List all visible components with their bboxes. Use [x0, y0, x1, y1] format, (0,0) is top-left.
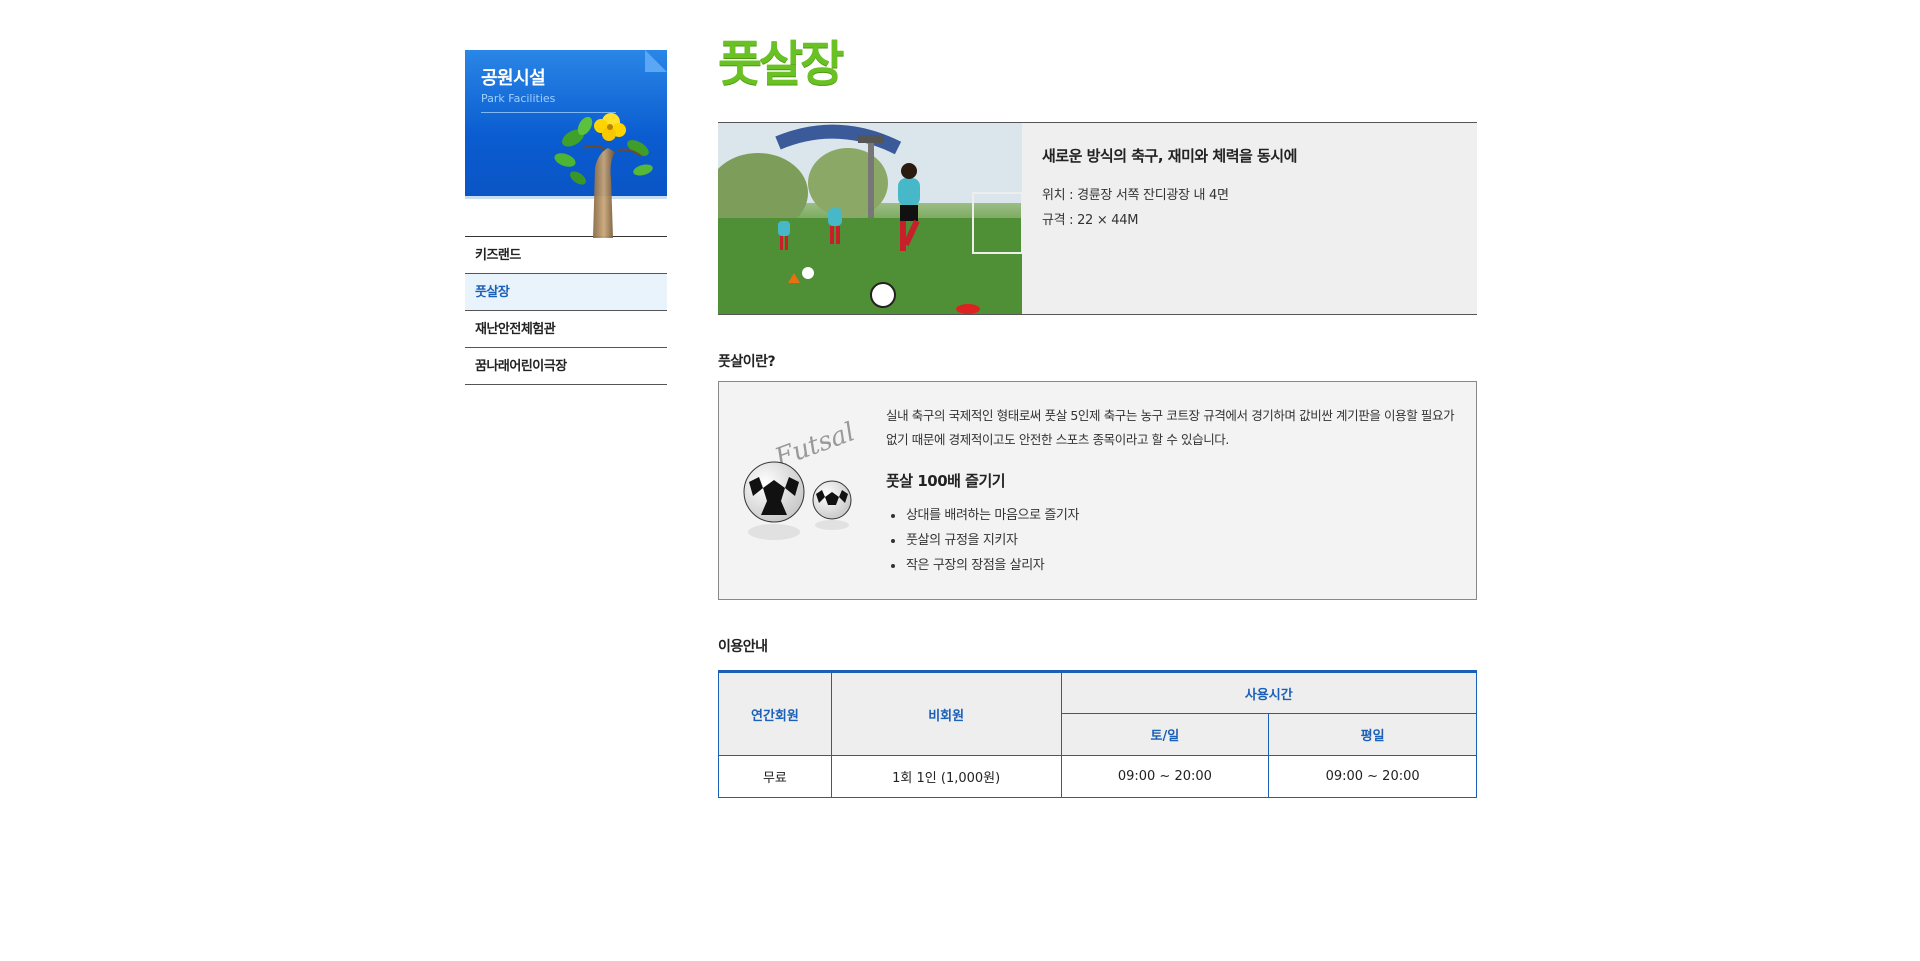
futsal-text: 실내 축구의 국제적인 형태로써 풋살 5인제 축구는 농구 코트장 규격에서 …: [886, 382, 1476, 599]
sidebar: 공원시설 Park Facilities 키즈랜드 풋살장 재난안전체험관 꿈나…: [465, 50, 667, 385]
futsal-info-box: Futsal 실내 축구의 국제적인 형태로써 풋살 5인제 축구는 농구 코트…: [718, 381, 1477, 600]
banner-corner: [645, 50, 667, 72]
list-item: 풋살의 규정을 지키자: [886, 528, 1460, 553]
sidebar-title: 공원시설: [481, 68, 546, 89]
header-weekend: 토/일: [1060, 713, 1270, 756]
kids-playing-soccer-image: [718, 123, 1022, 314]
header-weekday: 평일: [1268, 713, 1477, 756]
table-header-row: 연간회원 비회원 사용시간: [718, 671, 1478, 756]
list-item: 작은 구장의 장점을 살리자: [886, 553, 1460, 578]
cell-annual-price: 무료: [718, 755, 832, 798]
futsal-tips-title: 풋살 100배 즐기기: [886, 472, 1006, 490]
sidebar-item-kidsland[interactable]: 키즈랜드: [465, 237, 667, 274]
intro-location: 위치 : 경륜장 서쪽 잔디광장 내 4면: [1042, 188, 1229, 203]
tree-illustration-icon: [554, 113, 653, 238]
intro-text: 새로운 방식의 축구, 재미와 체력을 동시에 위치 : 경륜장 서쪽 잔디광장…: [1022, 123, 1317, 314]
futsal-description: 실내 축구의 국제적인 형태로써 풋살 5인제 축구는 농구 코트장 규격에서 …: [886, 408, 1455, 447]
sidebar-item-safety-center[interactable]: 재난안전체험관: [465, 311, 667, 348]
header-nonmember: 비회원: [830, 671, 1062, 756]
page-title: 풋살장: [718, 36, 844, 92]
header-usage-hours: 사용시간: [1060, 671, 1478, 714]
usage-section-title: 이용안내: [718, 639, 768, 655]
sidebar-item-futsal[interactable]: 풋살장: [465, 274, 667, 311]
cell-nonmember-price: 1회 1인 (1,000원): [830, 755, 1062, 798]
futsal-section-title: 풋살이란?: [718, 354, 776, 370]
intro-heading: 새로운 방식의 축구, 재미와 체력을 동시에: [1042, 147, 1297, 165]
soccer-ball-icon: Futsal: [743, 417, 859, 540]
intro-panel: 새로운 방식의 축구, 재미와 체력을 동시에 위치 : 경륜장 서쪽 잔디광장…: [718, 122, 1477, 315]
cell-weekday-hours: 09:00 ~ 20:00: [1268, 755, 1477, 798]
cell-weekend-hours: 09:00 ~ 20:00: [1060, 755, 1270, 798]
header-annual-member: 연간회원: [718, 671, 832, 756]
usage-table: 연간회원 비회원 사용시간 토/일 평일 무료 1회 1인 (1,000원) 0…: [718, 670, 1478, 798]
sidebar-menu: 키즈랜드 풋살장 재난안전체험관 꿈나래어린이극장: [465, 236, 667, 385]
sidebar-banner: 공원시설 Park Facilities: [465, 50, 667, 238]
list-item: 상대를 배려하는 마음으로 즐기자: [886, 503, 1460, 528]
main-content: 풋살장 새로운 방식의 축구, 재미와 체력을 동시에 위치: 경륜장 서쪽 …: [718, 36, 1478, 798]
futsal-field-photo: [718, 123, 1022, 314]
sidebar-item-kids-theater[interactable]: 꿈나래어린이극장: [465, 348, 667, 385]
sidebar-subtitle: Park Facilities: [481, 92, 556, 105]
futsal-tips-list: 상대를 배려하는 마음으로 즐기자 풋살의 규정을 지키자 작은 구장의 장점을…: [886, 503, 1460, 578]
table-row: 무료 1회 1인 (1,000원) 09:00 ~ 20:00 09:00 ~ …: [718, 755, 1477, 798]
intro-size: 규격 : 22 × 44M: [1042, 213, 1139, 228]
futsal-balls-image: Futsal: [719, 382, 886, 599]
